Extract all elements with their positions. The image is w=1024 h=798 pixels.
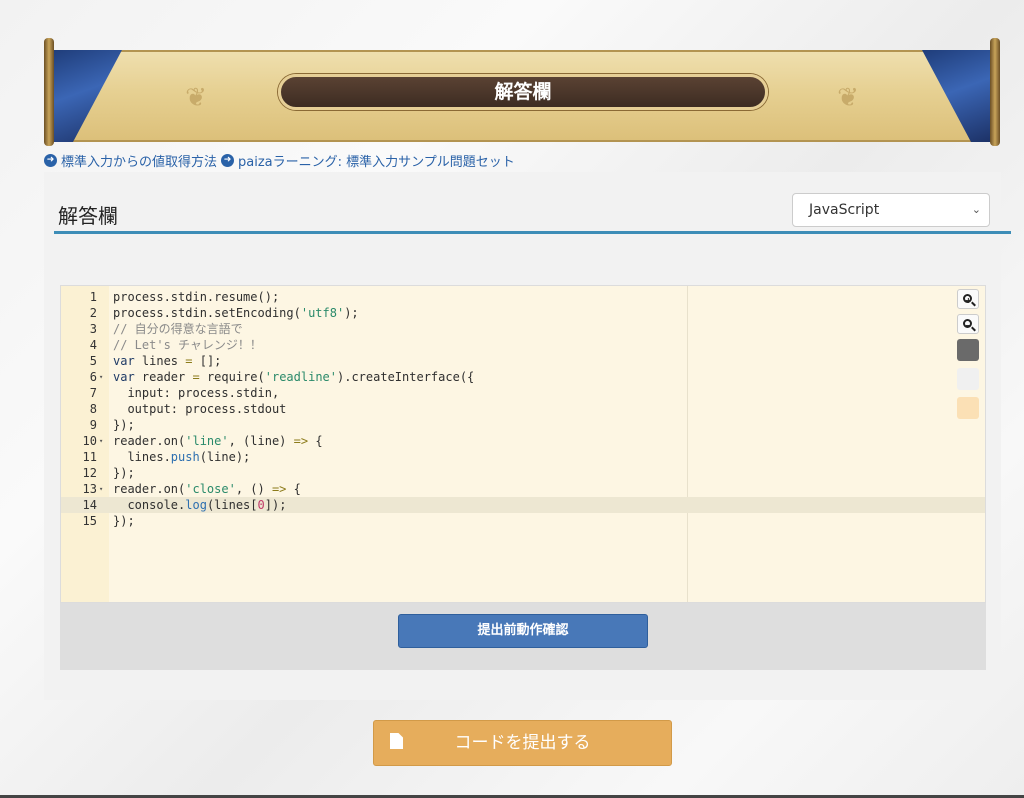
code-text: lines.push(line); (113, 450, 251, 464)
code-line[interactable]: 4 // Let's チャレンジ！！ (61, 337, 985, 353)
code-line[interactable]: 10 ▾ reader.on('line', (line) => { (61, 433, 985, 449)
code-line[interactable]: 9}); (61, 417, 985, 433)
code-text: process.stdin.resume(); (113, 290, 280, 304)
banner-plate: 解答欄 (278, 74, 768, 110)
code-text: // 自分の得意な言語で (113, 322, 243, 336)
code-text: output: process.stdout (113, 402, 287, 416)
link-stdin-howto[interactable]: 標準入力からの値取得方法 (61, 151, 217, 170)
help-links: ➜ 標準入力からの値取得方法 ➜ paizaラーニング: 標準入力サンプル問題セ… (44, 151, 515, 170)
line-number: 4 (89, 338, 97, 352)
line-number: 8 (89, 402, 97, 416)
zoom-out-button[interactable]: − (957, 314, 979, 334)
code-line[interactable]: 13 ▾ reader.on('close', () => { (61, 481, 985, 497)
submit-code-label: コードを提出する (454, 733, 591, 753)
code-text: reader.on('close', () => { (113, 482, 301, 496)
code-line[interactable]: 8 output: process.stdout (61, 401, 985, 417)
code-editor[interactable]: 1 process.stdin.resume(); 2 process.stdin.s… (60, 285, 986, 603)
arrow-right-circle-icon: ➜ (221, 154, 235, 167)
theme-swatch-solarized[interactable] (957, 397, 979, 419)
line-number: 9 (89, 418, 97, 432)
chevron-down-icon: ⌄ (971, 203, 981, 216)
line-number: 2 (89, 306, 97, 320)
theme-swatch-dark[interactable] (957, 339, 979, 361)
page-banner: ❦ ❦ 解答欄 (44, 38, 1000, 146)
editor-tools: + − (957, 289, 979, 426)
line-number: 1 (89, 290, 97, 304)
answer-panel: 解答欄 JavaScript ⌄ 1 process.stdin.resume()… (44, 172, 1011, 700)
code-line[interactable]: 15}); (61, 513, 985, 529)
file-icon (390, 733, 403, 749)
zoom-in-button[interactable]: + (957, 289, 979, 309)
arrow-right-circle-icon: ➜ (44, 154, 57, 167)
banner-ornament-right-icon: ❦ (837, 83, 859, 113)
panel-title-rule (54, 231, 1011, 234)
line-number: 15 (82, 514, 97, 528)
language-select-value: JavaScript (809, 202, 880, 218)
code-text: var reader = require('readline').createI… (113, 370, 475, 384)
code-line[interactable]: 3 // 自分の得意な言語で (61, 321, 985, 337)
code-text: reader.on('line', (line) => { (113, 434, 323, 448)
line-number: 5 (89, 354, 97, 368)
banner-rod-right (990, 38, 1000, 146)
code-text: }); (113, 514, 135, 528)
line-number: 10 (82, 434, 97, 448)
code-text: var lines = []; (113, 354, 222, 368)
line-number: 11 (82, 450, 97, 464)
code-text: }); (113, 466, 135, 480)
code-text: process.stdin.setEncoding('utf8'); (113, 306, 359, 320)
code-line[interactable]: 6 ▾ var reader = require('readline').creat… (61, 369, 985, 385)
pre-submit-check-button[interactable]: 提出前動作確認 (398, 614, 648, 648)
language-select[interactable]: JavaScript ⌄ (792, 193, 990, 227)
link-stdin-sample-set[interactable]: paizaラーニング: 標準入力サンプル問題セット (238, 151, 515, 170)
fold-arrow-icon[interactable]: ▾ (99, 433, 103, 449)
editor-lines[interactable]: 1 process.stdin.resume(); 2 process.stdin.s… (61, 289, 985, 529)
code-text: }); (113, 418, 135, 432)
submit-code-button[interactable]: コードを提出する (373, 720, 672, 766)
banner-title: 解答欄 (494, 81, 552, 103)
banner-ornament-left-icon: ❦ (185, 83, 207, 113)
editor-footer: 提出前動作確認 (60, 603, 986, 670)
fold-arrow-icon[interactable]: ▾ (99, 369, 103, 385)
code-line[interactable]: 12}); (61, 465, 985, 481)
code-text: // Let's チャレンジ！！ (113, 338, 262, 352)
line-number: 13 (82, 482, 97, 496)
line-number: 7 (89, 386, 97, 400)
code-line[interactable]: 1 process.stdin.resume(); (61, 289, 985, 305)
line-number: 14 (82, 498, 97, 512)
panel-title: 解答欄 (58, 204, 118, 228)
code-text: input: process.stdin, (113, 386, 280, 400)
code-text: console.log(lines[0]); (113, 498, 287, 512)
line-number: 6 (89, 370, 97, 384)
fold-arrow-icon[interactable]: ▾ (99, 481, 103, 497)
code-line[interactable]: 5 var lines = []; (61, 353, 985, 369)
code-line[interactable]: 11 lines.push(line); (61, 449, 985, 465)
line-number: 12 (82, 466, 97, 480)
code-line[interactable]: 7 input: process.stdin, (61, 385, 985, 401)
line-number: 3 (89, 322, 97, 336)
banner-rod-left (44, 38, 54, 146)
code-line[interactable]: 14 console.log(lines[0]); (61, 497, 985, 513)
theme-swatch-light[interactable] (957, 368, 979, 390)
code-line[interactable]: 2 process.stdin.setEncoding('utf8'); (61, 305, 985, 321)
